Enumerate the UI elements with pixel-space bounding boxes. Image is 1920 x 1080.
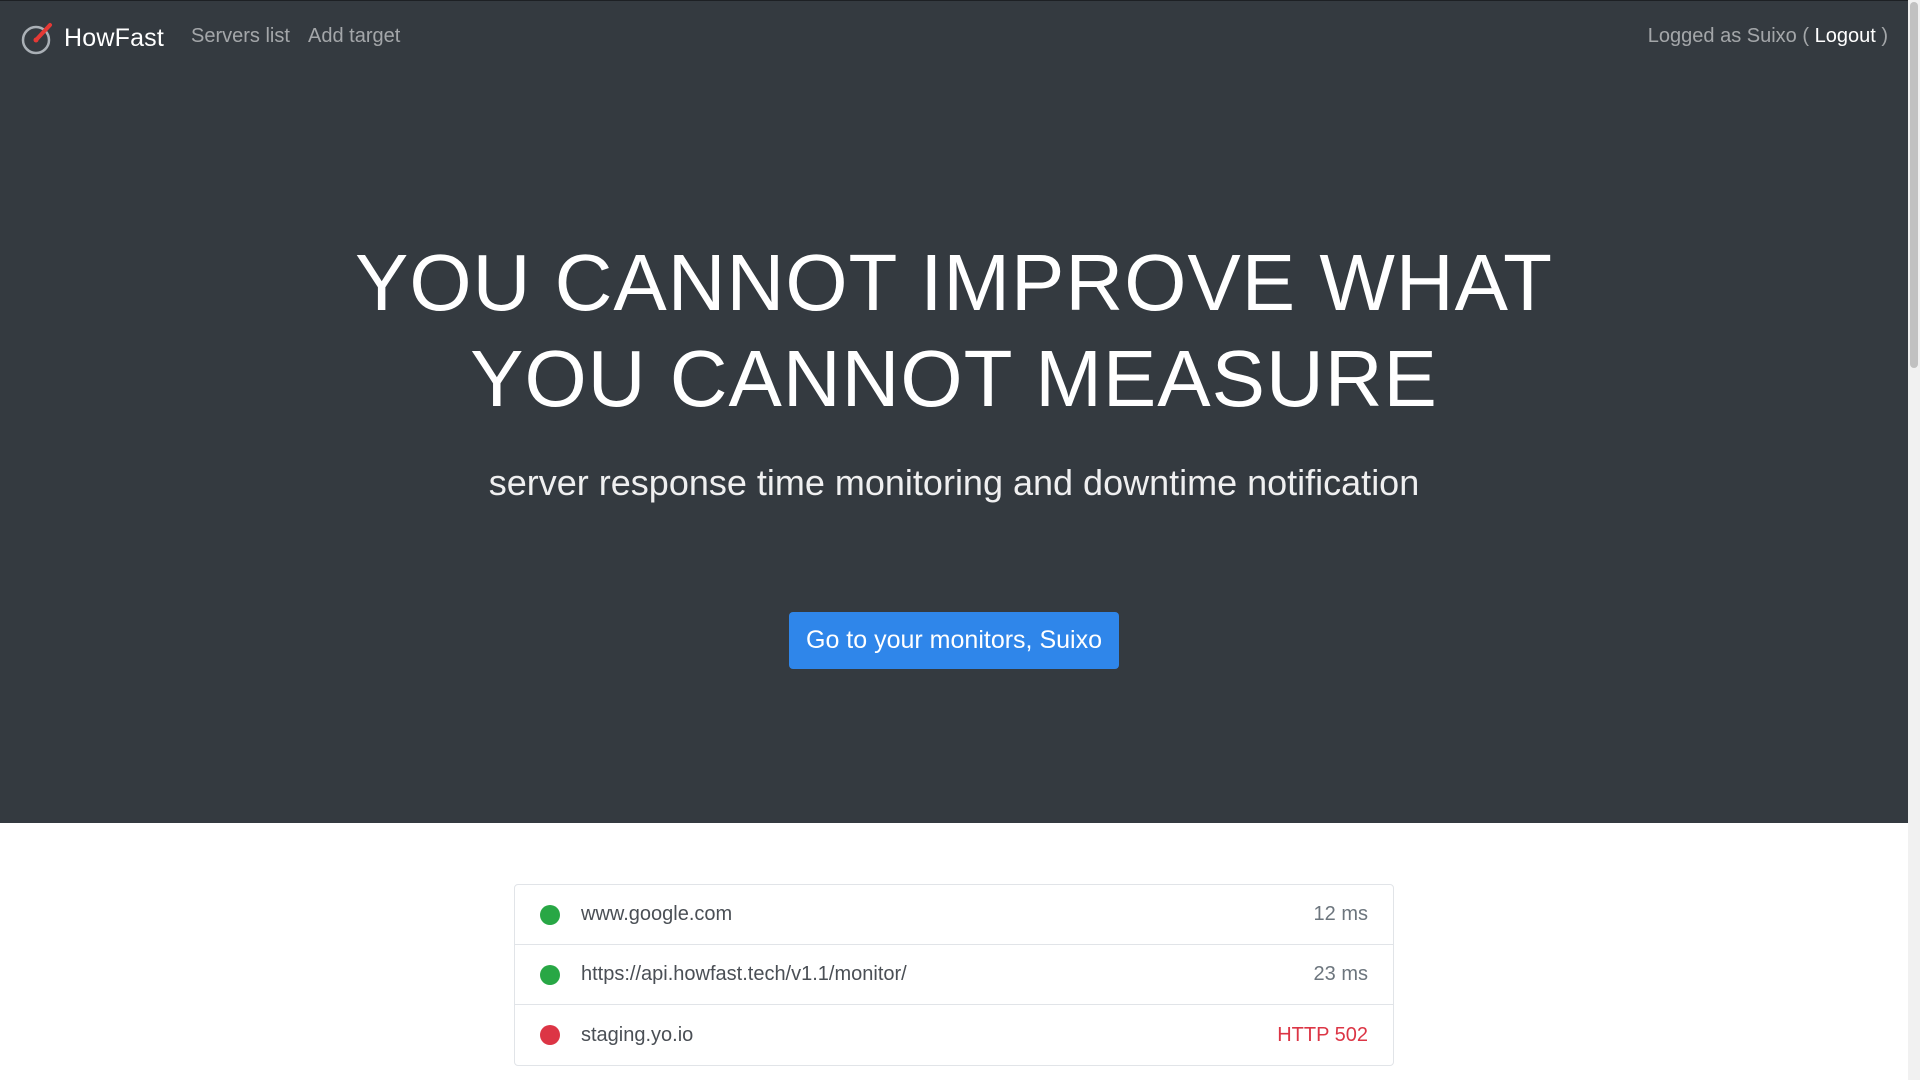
- response-time: 12 ms: [1313, 903, 1368, 925]
- logout-link[interactable]: Logout: [1815, 25, 1876, 47]
- go-to-monitors-button[interactable]: Go to your monitors, Suixo: [789, 612, 1119, 669]
- monitor-url: https://api.howfast.tech/v1.1/monitor/: [581, 963, 907, 985]
- status-up-icon: [540, 904, 560, 925]
- login-prefix: Logged as Suixo (: [1647, 25, 1810, 47]
- monitor-row[interactable]: https://api.howfast.tech/v1.1/monitor/ 2…: [515, 945, 1393, 1005]
- brand-name: HowFast: [64, 23, 165, 52]
- hero-subtitle: server response time monitoring and down…: [488, 462, 1420, 503]
- nav-servers-list[interactable]: Servers list: [191, 25, 290, 48]
- login-info: Logged as Suixo ( Logout ): [1648, 25, 1888, 48]
- nav-add-target[interactable]: Add target: [308, 25, 400, 48]
- scrollbar-thumb[interactable]: [1910, 2, 1918, 368]
- login-suffix: ): [1881, 25, 1888, 47]
- hero-section: HowFast Servers list Add target Logged a…: [0, 0, 1908, 823]
- headline-line-1: YOU CANNOT IMPROVE WHAT: [355, 238, 1553, 327]
- monitor-row[interactable]: staging.yo.io HTTP 502: [515, 1005, 1393, 1065]
- monitor-list: www.google.com 12 ms https://api.howfast…: [514, 884, 1394, 1066]
- stopwatch-icon: [21, 23, 52, 55]
- navbar: HowFast Servers list Add target Logged a…: [0, 0, 1908, 76]
- headline-line-2: YOU CANNOT MEASURE: [470, 334, 1438, 423]
- monitor-url: staging.yo.io: [581, 1023, 694, 1046]
- error-status: HTTP 502: [1277, 1023, 1368, 1046]
- monitor-row[interactable]: www.google.com 12 ms: [515, 885, 1393, 945]
- monitor-url: www.google.com: [581, 903, 733, 925]
- response-time: 23 ms: [1313, 963, 1368, 985]
- page-scrollbar[interactable]: [1908, 0, 1920, 1080]
- status-up-icon: [540, 964, 560, 985]
- status-down-icon: [540, 1025, 560, 1045]
- hero-headline: YOU CANNOT IMPROVE WHAT YOU CANNOT MEASU…: [0, 235, 1908, 427]
- brand-link[interactable]: HowFast: [20, 18, 164, 58]
